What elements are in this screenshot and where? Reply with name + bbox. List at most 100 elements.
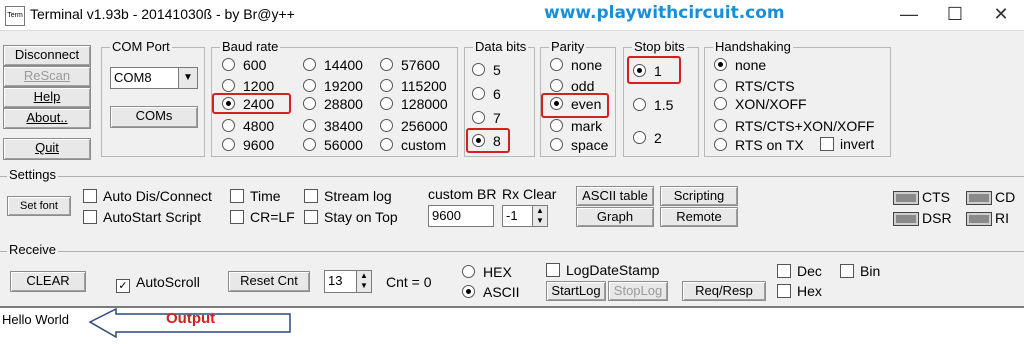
dsr-label: DSR [922,210,952,226]
autostart-script-checkbox[interactable]: AutoStart Script [83,209,201,225]
baud-rate-label: 128000 [401,96,448,112]
startlog-button[interactable]: StartLog [546,281,606,301]
parity-radio[interactable]: space [550,137,608,153]
hex-radio[interactable]: HEX [462,264,512,280]
scripting-button[interactable]: Scripting [660,186,738,206]
help-button[interactable]: Help [3,87,91,108]
graph-button[interactable]: Graph [576,207,654,227]
output-text: Hello World [2,312,69,327]
radio-dot-icon [714,119,727,132]
baud-rate-label: 28800 [324,96,363,112]
parity-label: none [571,57,603,73]
about-button[interactable]: About.. [3,108,91,129]
invert-label: invert [840,136,875,152]
cnt-spin-value: 13 [328,273,343,288]
baud-rate-label: 38400 [324,118,363,134]
custom-br-input[interactable]: 9600 [428,205,494,227]
rescan-button[interactable]: ReScan [3,66,91,87]
baud-rate-radio[interactable]: 115200 [380,78,447,94]
parity-radio[interactable]: odd [550,78,594,94]
cts-label: CTS [922,189,950,205]
reset-cnt-button[interactable]: Reset Cnt [228,271,310,292]
baud-rate-radio[interactable]: 9600 [222,137,274,153]
invert-checkbox[interactable]: invert [820,136,874,152]
req-resp-button[interactable]: Req/Resp [682,281,766,301]
chevron-down-icon[interactable]: ▼ [178,68,197,88]
baud-rate-radio[interactable]: 1200 [222,78,274,94]
ascii-table-button[interactable]: ASCII table [576,186,654,206]
stay-on-top-checkbox[interactable]: Stay on Top [304,209,398,225]
baud-rate-radio[interactable]: 14400 [303,57,363,73]
radio-dot-icon [714,138,727,151]
cr-lf-checkbox[interactable]: CR=LF [230,209,295,225]
receive-title: Receive [7,242,58,257]
handshaking-radio[interactable]: RTS on TX [714,137,804,153]
stream-log-checkbox[interactable]: Stream log [304,188,392,204]
settings-title: Settings [7,167,58,182]
receive-output-area[interactable]: Hello World Output [0,306,1024,344]
maximize-icon[interactable]: ☐ [932,0,978,30]
ascii-radio[interactable]: ASCII [462,284,520,300]
handshaking-radio[interactable]: RTS/CTS+XON/XOFF [714,118,874,134]
dsr-led [893,212,919,226]
baud-rate-radio[interactable]: custom [380,137,446,153]
stop-bits-radio[interactable]: 1.5 [633,97,673,113]
coms-button[interactable]: COMs [110,106,198,128]
minimize-icon[interactable]: — [886,0,932,30]
baud-rate-radio[interactable]: 4800 [222,118,274,134]
auto-dis-connect-checkbox[interactable]: Auto Dis/Connect [83,188,212,204]
parity-radio[interactable]: none [550,57,602,73]
data-bits-radio[interactable]: 6 [472,86,501,102]
com-port-value: COM8 [114,70,152,85]
baud-rate-radio[interactable]: 56000 [303,137,363,153]
parity-radio[interactable]: mark [550,118,602,134]
handshaking-label: RTS/CTS+XON/XOFF [735,118,875,134]
baud-rate-radio[interactable]: 600 [222,57,266,73]
baud-rate-label: 19200 [324,78,363,94]
radio-dot-icon [303,138,316,151]
radio-dot-icon [714,97,727,110]
stop-bits-radio[interactable]: 2 [633,130,662,146]
stoplog-button[interactable]: StopLog [608,281,668,301]
baud-rate-label: 115200 [401,78,447,94]
data-bits-title: Data bits [473,39,529,54]
app-icon: Term [5,6,25,26]
dec-checkbox[interactable]: Dec [777,263,822,279]
spin-arrows-icon[interactable]: ▲ ▼ [532,206,547,226]
com-port-group: COM Port [101,39,205,157]
baud-rate-radio[interactable]: 38400 [303,118,363,134]
data-bits-label: 6 [493,86,501,102]
baud-rate-radio[interactable]: 57600 [380,57,440,73]
baud-rate-radio[interactable]: 128000 [380,96,448,112]
time-checkbox[interactable]: Time [230,188,281,204]
quit-button[interactable]: Quit [3,138,91,160]
close-icon[interactable]: ✕ [978,0,1024,30]
com-port-select[interactable]: COM8 ▼ [110,67,198,89]
baud-rate-label: 600 [243,57,267,73]
parity-label: odd [571,78,595,94]
baud-rate-radio[interactable]: 19200 [303,78,363,94]
handshaking-radio[interactable]: none [714,57,766,73]
cnt-spinner[interactable]: 13 ▲ ▼ [324,270,372,293]
radio-dot-icon [380,119,393,132]
radio-dot-icon [222,119,235,132]
rx-clear-spinner[interactable]: -1 ▲ ▼ [502,205,548,227]
hex-checkbox[interactable]: Hex [777,283,822,299]
baud-rate-radio[interactable]: 28800 [303,96,363,112]
data-bits-radio[interactable]: 7 [472,110,501,126]
baud-rate-radio[interactable]: 256000 [380,118,448,134]
set-font-button[interactable]: Set font [7,196,71,216]
clear-button[interactable]: CLEAR [10,271,86,292]
remote-button[interactable]: Remote [660,207,738,227]
autoscroll-checkbox[interactable]: ✓ AutoScroll [116,274,200,293]
spin-arrows-icon[interactable]: ▲ ▼ [356,271,371,292]
handshaking-radio[interactable]: XON/XOFF [714,96,807,112]
data-bits-radio[interactable]: 5 [472,62,501,78]
disconnect-button[interactable]: Disconnect [3,45,91,66]
radio-dot-icon [714,58,727,71]
radio-dot-icon [550,138,563,151]
title-bar: Term Terminal v1.93b - 20141030ß - by Br… [0,0,1024,31]
logdatestamp-checkbox[interactable]: LogDateStamp [546,262,659,278]
handshaking-radio[interactable]: RTS/CTS [714,78,795,94]
bin-checkbox[interactable]: Bin [840,263,880,279]
